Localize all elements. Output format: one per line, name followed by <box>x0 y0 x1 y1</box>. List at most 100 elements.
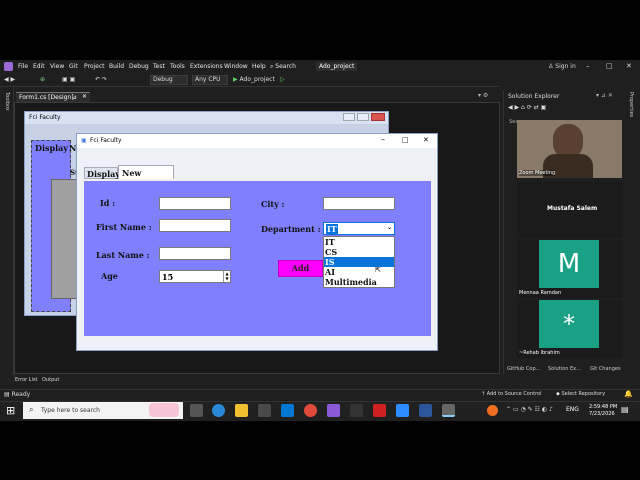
tab-solution-explorer[interactable]: Solution Ex... <box>548 366 581 372</box>
add-source-control[interactable]: ↑ Add to Source Control <box>481 391 542 397</box>
first-name-input[interactable] <box>159 219 231 232</box>
tile-name: Zoom Meeting <box>519 170 556 176</box>
save-icon[interactable]: ▣ ▣ <box>62 76 75 83</box>
undo-icon[interactable]: ↶ ↷ <box>95 76 107 83</box>
designer-panel[interactable] <box>31 140 77 312</box>
run-target-label: Ado_project <box>239 76 275 83</box>
department-option[interactable]: Multimedia <box>324 277 394 287</box>
menu-test[interactable]: Test <box>153 63 165 70</box>
doc-tab-form1[interactable]: Form1.cs [Design] ⊿ ✕ <box>16 92 90 102</box>
windows-start-icon[interactable]: ⊞ <box>6 404 15 417</box>
run-button[interactable]: ▶ Ado_project <box>233 76 275 83</box>
bottom-letterbox <box>0 421 640 480</box>
solution-toolbar-icons[interactable]: ◀ ▶ ⌂ ⟳ ⇄ ▣ <box>508 104 546 111</box>
task-view-icon[interactable] <box>190 404 203 417</box>
signin-link[interactable]: ♙ Sign in <box>548 63 576 70</box>
menu-edit[interactable]: Edit <box>33 63 45 70</box>
tab-output[interactable]: Output <box>42 377 59 383</box>
add-source-label: Add to Source Control <box>486 391 542 397</box>
language-indicator[interactable]: ENG <box>566 406 579 413</box>
notification-bell-icon[interactable]: 🔔 <box>624 390 633 398</box>
tab-options-icon[interactable]: ▾ ⚙ <box>478 92 488 99</box>
doc-tab-label: Form1.cs [Design] <box>19 94 74 101</box>
file-explorer-icon[interactable] <box>235 404 248 417</box>
designer-tab-display[interactable]: Display <box>35 143 68 153</box>
designer-max-button[interactable] <box>357 113 369 121</box>
back-forward-icon[interactable]: ◀ ▶ <box>4 76 15 83</box>
add-button-label: Add <box>291 263 310 273</box>
tab-git-changes[interactable]: Git Changes <box>590 366 621 372</box>
chevron-down-icon[interactable]: ⌄ <box>387 224 392 231</box>
toolbox-tab[interactable]: Toolbox <box>4 92 10 111</box>
video-tile-mennaa: M Mennaa Ramdan <box>517 240 622 298</box>
ai-app-icon[interactable] <box>350 404 363 417</box>
chrome-icon[interactable] <box>304 404 317 417</box>
app-minimize-button[interactable]: – <box>381 135 385 144</box>
start-without-debug-icon[interactable]: ▷ <box>280 76 285 83</box>
search-icon: ⌕ <box>29 405 34 414</box>
tab-display[interactable]: Display <box>84 167 120 179</box>
designer-min-button[interactable] <box>343 113 355 121</box>
menu-view[interactable]: View <box>50 63 64 70</box>
designer-close-button[interactable] <box>371 113 385 121</box>
new-item-icon[interactable]: ⊕ <box>40 76 45 83</box>
menu-tools[interactable]: Tools <box>170 63 185 70</box>
label-first-name: First Name : <box>96 222 152 232</box>
app-title: Fci Faculty <box>90 137 122 144</box>
word-icon[interactable] <box>419 404 432 417</box>
pin-icon[interactable]: ⊿ <box>72 94 77 101</box>
tray-icons[interactable]: ⌃ ▭ ◔ ✎ ☷ ◐ ♪ <box>506 406 553 413</box>
app-maximize-button[interactable]: □ <box>402 136 409 144</box>
config-dropdown[interactable]: Debug <box>150 75 188 85</box>
id-input[interactable] <box>159 197 231 210</box>
department-option[interactable]: CS <box>324 247 394 257</box>
tab-github-copilot[interactable]: GitHub Cop... <box>507 366 540 372</box>
store-icon[interactable] <box>258 404 271 417</box>
taskbar-search[interactable]: ⌕ Type here to search <box>23 402 183 419</box>
clock-date[interactable]: 7/23/2026 <box>589 411 615 417</box>
select-repository[interactable]: ◆ Select Repository <box>556 391 605 397</box>
top-letterbox <box>0 0 640 60</box>
active-window-icon[interactable] <box>442 404 455 417</box>
menu-debug[interactable]: Debug <box>129 63 149 70</box>
close-button[interactable]: ✕ <box>626 62 632 70</box>
app-titlebar: ▣ Fci Faculty – □ ✕ <box>77 134 437 148</box>
left-rail <box>0 87 14 377</box>
menu-window[interactable]: Window <box>224 63 248 70</box>
menu-help[interactable]: Help <box>252 63 266 70</box>
age-spinner[interactable]: ▲ ▼ <box>223 271 230 282</box>
menu-project[interactable]: Project <box>84 63 105 70</box>
department-select[interactable]: IT ⌄ <box>323 222 395 235</box>
vscode-icon[interactable] <box>281 404 294 417</box>
tab-error-list[interactable]: Error List <box>15 377 38 383</box>
menu-build[interactable]: Build <box>109 63 124 70</box>
menu-search[interactable]: ⌕ Search <box>270 63 296 71</box>
edge-icon[interactable] <box>212 404 225 417</box>
designer-grid[interactable] <box>51 179 77 299</box>
last-name-input[interactable] <box>159 247 231 260</box>
age-input[interactable]: 15 ▲ ▼ <box>159 270 231 283</box>
menu-git[interactable]: Git <box>69 63 78 70</box>
platform-dropdown[interactable]: Any CPU <box>192 75 228 85</box>
menu-file[interactable]: File <box>18 63 28 70</box>
avatar: * <box>539 300 599 348</box>
department-option-highlighted[interactable]: IS <box>324 257 394 267</box>
tab-new-student[interactable]: New Student <box>118 165 174 188</box>
department-value: IT <box>326 224 338 234</box>
clock-time[interactable]: 2:59:48 PM <box>589 404 617 410</box>
weather-icon <box>487 405 498 416</box>
menu-extensions[interactable]: Extensions <box>190 63 223 70</box>
department-option[interactable]: IT <box>324 237 394 247</box>
city-input[interactable] <box>323 197 395 210</box>
department-option[interactable]: AI <box>324 267 394 277</box>
notifications-icon[interactable]: ▤ <box>621 405 629 414</box>
add-button[interactable]: Add <box>278 260 323 277</box>
tab-close-icon[interactable]: ✕ <box>82 93 87 100</box>
maximize-button[interactable]: □ <box>606 62 613 70</box>
app-close-button[interactable]: ✕ <box>423 136 429 144</box>
panel-options-icon[interactable]: ▾ ⊿ ✕ <box>596 92 613 99</box>
zoom-icon[interactable] <box>396 404 409 417</box>
visual-studio-icon[interactable] <box>327 404 340 417</box>
pdf-icon[interactable] <box>373 404 386 417</box>
minimize-button[interactable]: – <box>586 62 590 70</box>
